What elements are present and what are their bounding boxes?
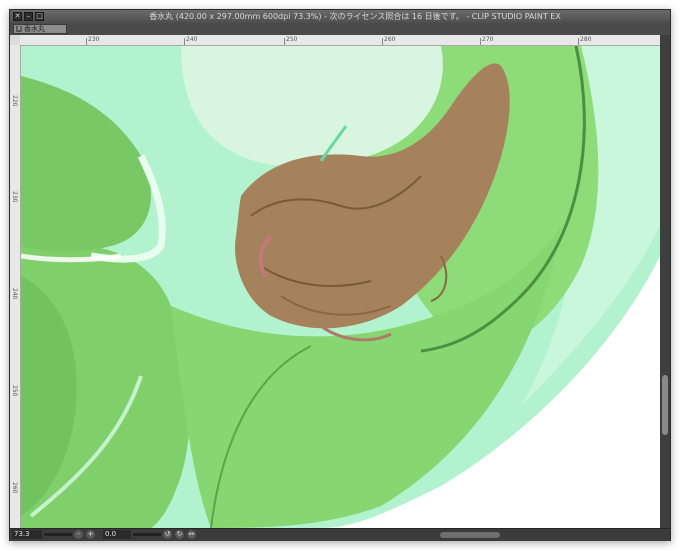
title-bar[interactable]: ✕ – □ 香水丸 (420.00 x 297.00mm 600dpi 73.3… <box>10 10 670 23</box>
zoom-in-icon[interactable]: + <box>86 530 95 539</box>
horizontal-ruler: 230 240 250 260 270 280 <box>20 35 660 46</box>
ruler-label: 230 <box>88 36 100 43</box>
rotate-right-icon[interactable]: ↻ <box>175 530 184 539</box>
rotation-angle-field[interactable]: 0.0 <box>103 530 131 539</box>
ruler-label: 250 <box>11 385 18 397</box>
ruler-label: 270 <box>482 36 494 43</box>
ruler-corner <box>10 35 20 45</box>
document-tab[interactable]: x 香水丸 <box>13 24 67 34</box>
vertical-scroll-thumb[interactable] <box>662 375 668 435</box>
drawing-canvas[interactable] <box>21 46 660 528</box>
ruler-label: 260 <box>384 36 396 43</box>
zoom-slider[interactable] <box>44 533 72 536</box>
zoom-field[interactable]: 73.3 <box>12 530 42 539</box>
ruler-label: 250 <box>286 36 298 43</box>
artwork <box>21 46 660 528</box>
rotate-left-icon[interactable]: ↺ <box>163 530 172 539</box>
vertical-ruler: 220 230 240 250 260 <box>10 45 21 528</box>
zoom-out-icon[interactable]: - <box>74 530 83 539</box>
close-icon[interactable]: ✕ <box>13 12 22 21</box>
window-title: 香水丸 (420.00 x 297.00mm 600dpi 73.3%) - 次… <box>149 12 561 21</box>
ruler-label: 260 <box>11 482 18 494</box>
reset-rotation-icon[interactable]: ↔ <box>187 530 196 539</box>
document-tab-label: 香水丸 <box>24 25 45 33</box>
app-window: ✕ – □ 香水丸 (420.00 x 297.00mm 600dpi 73.3… <box>9 9 671 541</box>
vertical-scrollbar[interactable] <box>660 35 670 528</box>
minimize-icon[interactable]: – <box>24 12 33 21</box>
ruler-label: 240 <box>11 288 18 300</box>
ruler-label: 220 <box>11 95 18 107</box>
horizontal-scroll-thumb[interactable] <box>440 532 500 538</box>
ruler-label: 230 <box>11 191 18 203</box>
status-bar: 73.3 - + 0.0 ↺ ↻ ↔ <box>10 528 670 541</box>
ruler-label: 280 <box>580 36 592 43</box>
ruler-label: 240 <box>186 36 198 43</box>
maximize-icon[interactable]: □ <box>35 12 44 21</box>
tab-close-icon[interactable]: x <box>16 26 22 32</box>
rotation-slider[interactable] <box>133 533 161 536</box>
